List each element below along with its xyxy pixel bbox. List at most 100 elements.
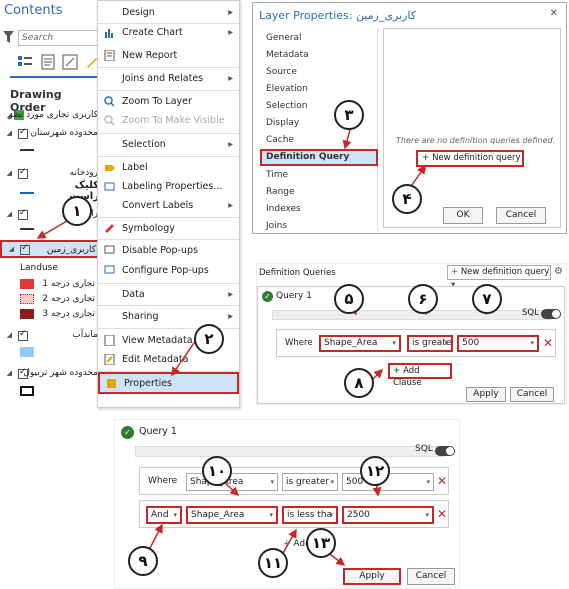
layer-row-commercial[interactable]: ◢ کاربری تجاری مورد نظر — [0, 108, 100, 124]
field-select[interactable]: Shape_Area▾ — [186, 506, 278, 524]
remove-clause-icon[interactable]: ✕ — [543, 336, 553, 350]
tab-cache[interactable]: Cache — [266, 135, 294, 145]
plus-icon: + — [393, 366, 404, 376]
menu-item-selection[interactable]: Selection ▸ — [98, 133, 239, 156]
expand-icon[interactable]: ◢ — [6, 169, 12, 177]
tab-indexes[interactable]: Indexes — [266, 204, 301, 214]
remove-clause-icon[interactable]: ✕ — [437, 474, 447, 488]
layer-symbol-line — [20, 192, 34, 194]
layer-row-landuse[interactable]: ◢ کاربری_زمین — [0, 240, 100, 258]
step-12-badge: ۱۲ — [360, 456, 390, 486]
tab-range[interactable]: Range — [266, 187, 295, 197]
remove-clause-icon[interactable]: ✕ — [437, 507, 447, 521]
filter-icon[interactable] — [3, 31, 14, 44]
layer-visibility-checkbox[interactable] — [18, 329, 28, 341]
menu-item-symbology[interactable]: Symbology — [98, 217, 239, 240]
list-by-source-icon[interactable] — [40, 54, 56, 70]
apply-button[interactable]: Apply — [343, 568, 401, 585]
layer-visibility-checkbox[interactable] — [18, 127, 28, 139]
operator-select[interactable]: is greater ▾ — [282, 473, 338, 491]
cancel-button[interactable]: Cancel — [407, 568, 455, 585]
expand-icon[interactable]: ◢ — [6, 369, 12, 377]
layer-row-pond[interactable]: ◢ ماندآب — [0, 328, 100, 344]
list-by-selection-icon[interactable] — [62, 54, 78, 70]
cancel-button[interactable]: Cancel — [496, 207, 546, 224]
menu-item-zoom-to-make-visible[interactable]: Zoom To Make Visible — [98, 109, 239, 132]
legend-swatch — [20, 386, 34, 396]
add-clause-button[interactable]: + Add Clause — [388, 363, 452, 388]
value-select[interactable]: 500 ▾ — [457, 335, 539, 352]
menu-item-joins-relates[interactable]: Joins and Relates ▸ — [98, 67, 239, 90]
layer-visibility-checkbox[interactable] — [20, 243, 30, 255]
layer-visibility-checkbox[interactable] — [18, 208, 28, 220]
close-icon[interactable]: ✕ — [550, 8, 558, 19]
tab-source[interactable]: Source — [266, 67, 297, 77]
layer-label: محدوده شهر تربیول — [23, 368, 98, 378]
legend-label: تجاری درجه 2 — [42, 294, 95, 304]
submenu-arrow-icon: ▸ — [228, 27, 233, 38]
chevron-down-icon: ▾ — [530, 339, 534, 347]
layer-label: محدوده شهرستان — [30, 128, 98, 138]
gear-icon[interactable]: ⚙ — [554, 266, 563, 277]
submenu-arrow-icon: ▸ — [228, 73, 233, 84]
sql-label: SQL — [415, 444, 433, 454]
layer-label: کاربری_زمین — [46, 245, 96, 255]
tab-general[interactable]: General — [266, 33, 301, 43]
tab-joins[interactable]: Joins — [266, 221, 287, 231]
menu-item-sharing[interactable]: Sharing ▸ — [98, 305, 239, 328]
search-input[interactable]: Search — [18, 30, 98, 46]
value-select[interactable]: 2500 ▾ — [342, 506, 434, 524]
legend-label: تجاری درجه 3 — [42, 309, 95, 319]
plus-icon: + — [451, 267, 461, 277]
operator-select[interactable]: is less tha ▾ — [282, 506, 338, 524]
apply-button[interactable]: Apply — [466, 387, 506, 402]
conjunction-select[interactable]: And ▾ — [146, 506, 182, 524]
submenu-arrow-icon: ▸ — [228, 311, 233, 322]
tab-selection[interactable]: Selection — [266, 101, 307, 111]
tab-time[interactable]: Time — [266, 170, 288, 180]
layer-symbol-line — [20, 228, 34, 230]
tab-display[interactable]: Display — [266, 118, 299, 128]
field-select[interactable]: Shape_Area▾ — [186, 473, 278, 491]
query-name: Query 1 — [139, 426, 177, 437]
menu-item-configure-popups[interactable]: Configure Pop-ups — [98, 259, 239, 282]
step-10-badge: ۱۰ — [202, 456, 232, 486]
layer-row-county[interactable]: ◢ محدوده شهرستان — [0, 126, 100, 142]
tab-definition-query[interactable]: Definition Query — [260, 149, 378, 166]
tab-metadata[interactable]: Metadata — [266, 50, 309, 60]
expand-icon[interactable]: ◢ — [6, 331, 12, 339]
menu-item-convert-labels[interactable]: Convert Labels ▸ — [98, 194, 239, 217]
chevron-down-icon: ▾ — [425, 511, 429, 519]
tab-elevation[interactable]: Elevation — [266, 84, 308, 94]
list-by-drawing-order-icon[interactable] — [17, 54, 33, 70]
symbology-icon — [104, 223, 115, 234]
empty-queries-message: There are no definition queries defined. — [396, 136, 556, 145]
menu-item-properties[interactable]: Properties — [98, 372, 239, 394]
edit-metadata-icon — [104, 354, 115, 365]
layer-visibility-checkbox[interactable] — [18, 167, 28, 179]
layer-row-city-boundary[interactable]: ◢ محدوده شهر تربیول — [0, 366, 100, 382]
legend-swatch — [20, 347, 34, 357]
layer-label: ماندآب — [72, 330, 98, 340]
menu-item-new-report[interactable]: New Report — [98, 44, 239, 67]
layer-label: رودخانه — [69, 168, 98, 178]
expand-icon[interactable]: ◢ — [8, 245, 14, 253]
expand-icon[interactable]: ◢ — [6, 210, 12, 218]
ok-button[interactable]: OK — [443, 207, 483, 224]
new-definition-query-dropdown[interactable]: + New definition query ▾ — [447, 265, 551, 290]
menu-item-edit-metadata[interactable]: Edit Metadata — [98, 348, 239, 371]
new-definition-query-button[interactable]: + New definition query ▾ — [416, 150, 524, 176]
expand-icon[interactable]: ◢ — [6, 129, 12, 137]
sql-toggle[interactable] — [435, 446, 455, 456]
operator-select[interactable]: is greater ▾ — [407, 335, 453, 352]
menu-item-data[interactable]: Data ▸ — [98, 283, 239, 306]
cancel-button[interactable]: Cancel — [510, 387, 554, 402]
field-select[interactable]: Shape_Area▾ — [319, 335, 401, 352]
layer-label: کاربری تجاری مورد نظر — [8, 110, 98, 120]
label-icon — [105, 165, 115, 171]
menu-item-create-chart[interactable]: Create Chart ▸ — [98, 21, 239, 44]
step-8-badge: ۸ — [344, 368, 374, 398]
sql-toggle[interactable] — [541, 309, 561, 319]
report-icon — [104, 50, 115, 61]
step-4-badge: ۴ — [392, 184, 422, 214]
